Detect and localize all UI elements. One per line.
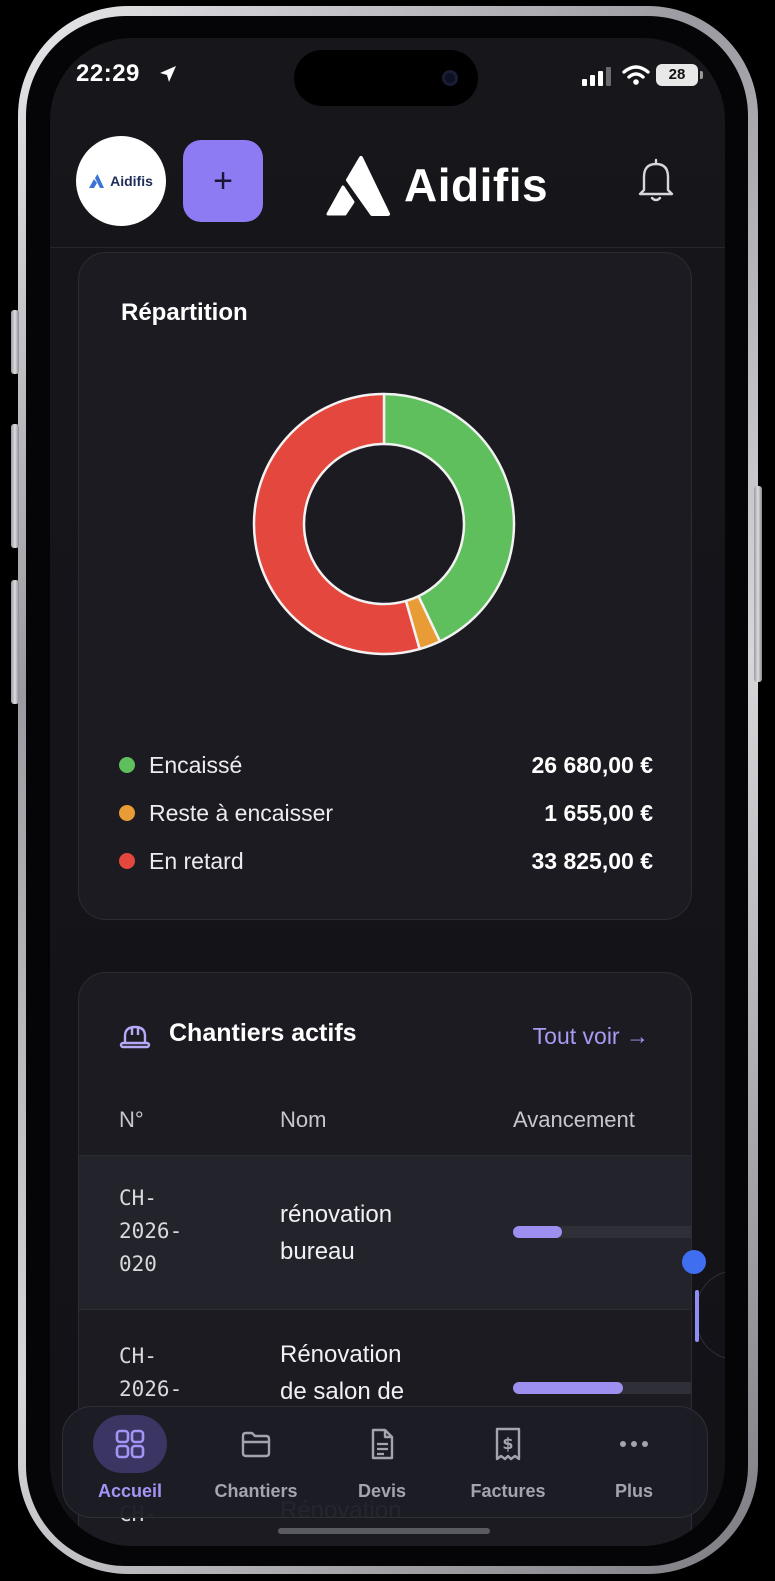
nav-item-devis[interactable]: Devis xyxy=(319,1407,445,1519)
legend-value: 1 655,00 € xyxy=(544,799,653,826)
battery-indicator: 28 xyxy=(656,64,703,86)
side-button-power xyxy=(754,486,762,682)
chantier-name: rénovation bureau xyxy=(280,1201,393,1265)
chantiers-title: Chantiers actifs xyxy=(169,1019,357,1047)
chantier-name: Rénovation de salon de xyxy=(280,1341,405,1405)
progress-bar xyxy=(513,1382,691,1394)
app-header: Aidifis + Aidifis xyxy=(50,118,725,248)
aidifis-logo-icon xyxy=(326,156,390,216)
legend-label: Encaissé xyxy=(149,751,243,778)
nav-label: Devis xyxy=(357,1481,407,1501)
nav-item-chantiers[interactable]: Chantiers xyxy=(193,1407,319,1519)
hard-hat-icon xyxy=(119,1025,151,1049)
table-row[interactable]: CH- 2026- 020 rénovation bureau xyxy=(79,1155,691,1309)
legend-item-reste: Reste à encaisser 1 655,00 € xyxy=(119,789,653,837)
legend-item-encaisse: Encaissé 26 680,00 € xyxy=(119,741,653,789)
nav-item-accueil[interactable]: Accueil xyxy=(67,1407,193,1519)
repartition-legend: Encaissé 26 680,00 € Reste à encaisser 1… xyxy=(119,741,653,885)
side-button-volume-down xyxy=(11,580,19,704)
legend-value: 33 825,00 € xyxy=(531,847,653,874)
nav-label: Chantiers xyxy=(214,1481,298,1501)
chantier-number: CH- 2026- 020 xyxy=(119,1186,183,1276)
progress-bar-fill xyxy=(513,1382,624,1394)
camera-icon xyxy=(442,70,458,86)
legend-dot xyxy=(119,757,135,773)
legend-dot xyxy=(119,853,135,869)
view-all-link[interactable]: Tout voir → xyxy=(533,1023,649,1050)
repartition-donut-chart xyxy=(252,392,516,656)
brand-logo: Aidifis xyxy=(326,154,548,216)
side-button-mute xyxy=(11,310,19,374)
company-avatar[interactable]: Aidifis xyxy=(76,136,166,226)
scroll-handle[interactable] xyxy=(682,1250,706,1274)
status-bar: 22:29 28 xyxy=(50,38,725,118)
bottom-navigation: Accueil Chantiers Devis $ Factures Plus xyxy=(62,1406,708,1518)
column-header-num[interactable]: N° xyxy=(119,1107,144,1133)
nav-item-plus[interactable]: Plus xyxy=(571,1407,697,1519)
cellular-signal-icon xyxy=(582,67,611,86)
more-icon xyxy=(620,1441,648,1447)
add-button[interactable]: + xyxy=(183,140,263,222)
grid-icon xyxy=(115,1429,145,1459)
legend-label: Reste à encaisser xyxy=(149,799,334,826)
scroll-thumb[interactable] xyxy=(695,1290,699,1342)
nav-label: Accueil xyxy=(97,1481,163,1501)
app-screen: 22:29 28 Aidifis + Aidifis Répartition E… xyxy=(50,38,725,1546)
status-time: 22:29 xyxy=(76,60,140,87)
location-arrow-icon xyxy=(160,66,176,82)
repartition-card: Répartition Encaissé 26 680,00 € Reste à… xyxy=(78,252,692,920)
legend-value: 26 680,00 € xyxy=(531,751,653,778)
side-button-volume-up xyxy=(11,424,19,548)
chantier-number: CH- 2026- xyxy=(119,1344,183,1401)
progress-bar xyxy=(513,1226,691,1238)
legend-item-retard: En retard 33 825,00 € xyxy=(119,837,653,885)
avatar-brand-text: Aidifis xyxy=(110,173,153,189)
home-indicator xyxy=(278,1528,490,1534)
folder-icon xyxy=(241,1431,271,1458)
legend-label: En retard xyxy=(149,847,244,874)
document-icon xyxy=(371,1428,394,1460)
svg-text:$: $ xyxy=(502,1434,513,1453)
wifi-icon xyxy=(622,65,650,85)
bell-icon[interactable] xyxy=(636,158,676,204)
scroll-track xyxy=(696,1270,725,1360)
nav-label: Factures xyxy=(470,1481,546,1501)
nav-label: Plus xyxy=(614,1481,653,1501)
column-header-progress[interactable]: Avancement xyxy=(513,1107,635,1133)
nav-item-factures[interactable]: $ Factures xyxy=(445,1407,571,1519)
brand-name: Aidifis xyxy=(404,159,549,211)
legend-dot xyxy=(119,805,135,821)
repartition-title: Répartition xyxy=(121,299,248,326)
aidifis-logo-icon xyxy=(89,174,105,188)
invoice-icon: $ xyxy=(495,1427,521,1461)
progress-bar-fill xyxy=(513,1226,563,1238)
column-header-name[interactable]: Nom xyxy=(280,1107,326,1133)
